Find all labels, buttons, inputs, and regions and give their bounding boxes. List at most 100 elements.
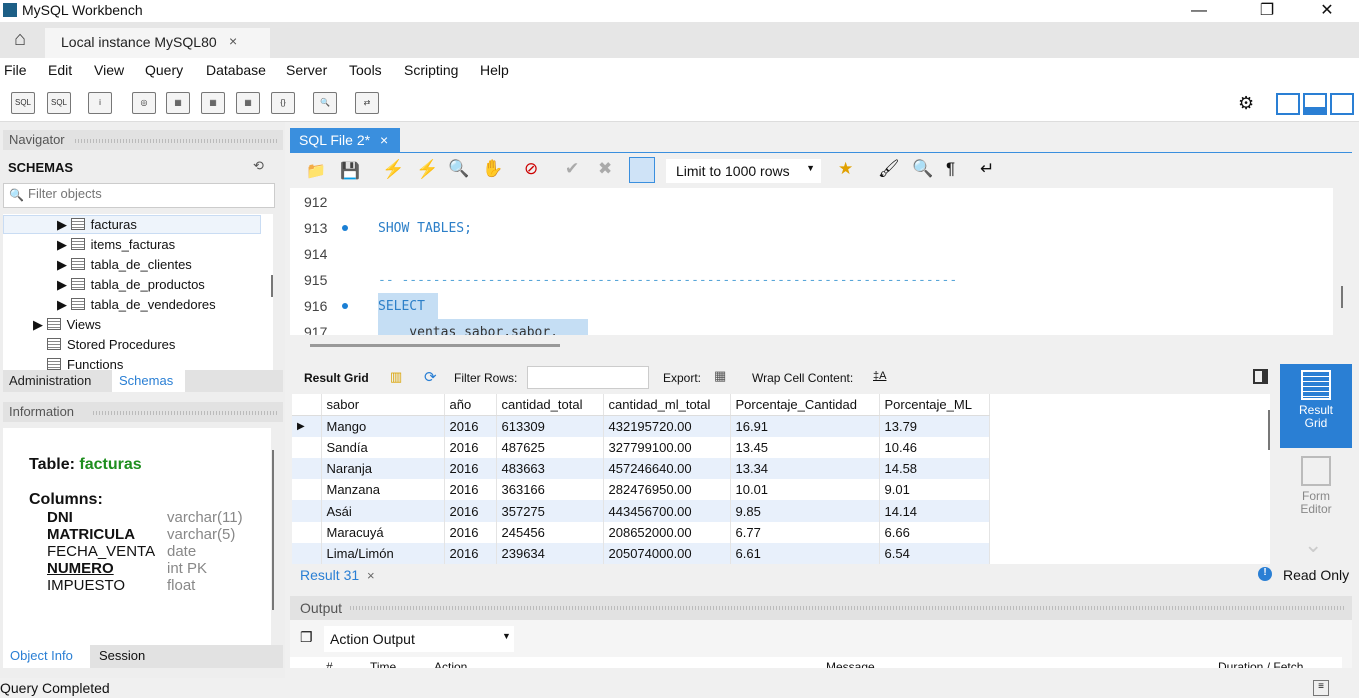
save-icon[interactable]: 💾 bbox=[340, 161, 360, 181]
toggle-result-panel-icon[interactable] bbox=[1253, 369, 1268, 384]
result-grid-side-button[interactable]: Result Grid bbox=[1280, 364, 1352, 448]
tree-table-clientes[interactable]: ▶ tabla_de_clientes bbox=[57, 257, 192, 273]
code-line: SELECT bbox=[378, 299, 425, 314]
create-view-icon[interactable]: ▦ bbox=[201, 92, 225, 114]
open-file-icon[interactable]: 📁 bbox=[306, 161, 326, 181]
filter-objects-field[interactable] bbox=[28, 186, 268, 201]
add-snippet-icon[interactable]: ★ bbox=[838, 159, 853, 179]
menu-help[interactable]: Help bbox=[480, 62, 509, 78]
sql-editor[interactable]: 912 913 SHOW TABLES; 914 915 -- ----------… bbox=[290, 188, 1333, 335]
tree-table-productos[interactable]: ▶ tabla_de_productos bbox=[57, 277, 205, 293]
info-scrollbar[interactable] bbox=[272, 450, 274, 610]
close-tab-icon[interactable]: × bbox=[229, 33, 237, 49]
tree-table-vendedores[interactable]: ▶ tabla_de_vendedores bbox=[57, 297, 216, 313]
open-sql-script-icon[interactable]: SQL bbox=[47, 92, 71, 114]
minimize-button[interactable]: — bbox=[1176, 0, 1222, 22]
rollback-icon[interactable]: ✖ bbox=[598, 159, 612, 179]
tab-object-info[interactable]: Object Info bbox=[3, 645, 90, 668]
menu-query[interactable]: Query bbox=[145, 62, 183, 78]
close-window-button[interactable]: ✕ bbox=[1304, 0, 1350, 22]
tree-scrollbar[interactable] bbox=[271, 275, 273, 297]
menu-edit[interactable]: Edit bbox=[48, 62, 72, 78]
create-procedure-icon[interactable]: ▦ bbox=[236, 92, 260, 114]
find-icon[interactable]: 🔍 bbox=[912, 159, 933, 179]
refresh-icon[interactable]: ⟳ bbox=[424, 368, 437, 386]
close-sql-tab-icon[interactable]: × bbox=[380, 132, 388, 148]
copy-output-icon[interactable]: ❐ bbox=[300, 629, 313, 646]
execute-current-icon[interactable]: ⚡ bbox=[416, 159, 438, 180]
toggle-secondary-sidebar-icon[interactable] bbox=[1330, 93, 1354, 115]
result-grid[interactable]: sabor año cantidad_total cantidad_ml_tot… bbox=[292, 394, 1270, 564]
refresh-schemas-icon[interactable]: ⟲ bbox=[253, 158, 264, 174]
editor-vertical-scrollbar[interactable] bbox=[1341, 286, 1343, 308]
column-header[interactable]: año bbox=[444, 394, 497, 416]
beautify-icon[interactable]: 🖌 bbox=[878, 159, 900, 179]
column-header[interactable]: cantidad_ml_total bbox=[603, 394, 731, 416]
navigator-header: Navigator bbox=[3, 130, 283, 150]
result-tab[interactable]: Result 31 bbox=[300, 567, 359, 583]
execute-icon[interactable]: ⚡ bbox=[382, 159, 404, 180]
wrap-cell-icon[interactable]: ‡A bbox=[873, 370, 886, 382]
home-icon[interactable]: ⌂ bbox=[0, 28, 40, 58]
column-header[interactable]: sabor bbox=[321, 394, 445, 416]
close-result-tab-icon[interactable]: × bbox=[367, 568, 375, 583]
tree-table-facturas[interactable]: ▶ facturas bbox=[57, 217, 137, 233]
create-table-icon[interactable]: ▦ bbox=[166, 92, 190, 114]
tree-table-items-facturas[interactable]: ▶ items_facturas bbox=[57, 237, 175, 253]
result-toolbar: Result Grid ▥ ⟳ Filter Rows: Export: ▦ W… bbox=[290, 364, 1280, 392]
table-info: Table: facturas bbox=[29, 456, 142, 473]
tab-session[interactable]: Session bbox=[99, 648, 145, 663]
filter-objects-input[interactable]: 🔍 bbox=[3, 183, 275, 208]
chevron-down-icon[interactable]: ⌄ bbox=[1304, 532, 1322, 558]
invisible-chars-icon[interactable]: ¶ bbox=[946, 159, 955, 179]
create-function-icon[interactable]: {} bbox=[271, 92, 295, 114]
connection-tab[interactable]: Local instance MySQL80 × bbox=[45, 28, 270, 58]
tree-functions[interactable]: Functions bbox=[47, 357, 123, 371]
main-toolbar: SQL SQL i ◎ ▦ ▦ ▦ {} 🔍 ⇄ ⚙ bbox=[0, 84, 1359, 122]
reconnect-icon[interactable]: ⇄ bbox=[355, 92, 379, 114]
editor-toolbar: 📁 💾 ⚡ ⚡ 🔍 ✋ ⊘ ✔ ✖ Limit to 1000 rows ▼ ★ … bbox=[290, 153, 1352, 189]
menu-scripting[interactable]: Scripting bbox=[404, 62, 458, 78]
settings-icon[interactable]: ⚙ bbox=[1238, 93, 1254, 114]
grid-scrollbar[interactable] bbox=[1268, 410, 1270, 450]
export-icon[interactable]: ▦ bbox=[714, 368, 726, 384]
menu-tools[interactable]: Tools bbox=[349, 62, 382, 78]
toggle-sidebar-icon[interactable] bbox=[1276, 93, 1300, 115]
filter-rows-input[interactable] bbox=[527, 366, 649, 389]
new-sql-tab-icon[interactable]: SQL bbox=[11, 92, 35, 114]
stop-icon[interactable]: ✋ bbox=[482, 159, 503, 179]
restore-button[interactable]: ❐ bbox=[1244, 0, 1290, 22]
tree-views[interactable]: ▶ Views bbox=[33, 317, 101, 333]
toggle-output-icon[interactable] bbox=[1303, 93, 1327, 115]
connection-tab-label: Local instance MySQL80 bbox=[61, 34, 217, 50]
wrap-lines-icon[interactable]: ↵ bbox=[980, 159, 994, 179]
column-header[interactable]: cantidad_total bbox=[496, 394, 604, 416]
form-editor-side-button[interactable]: Form Editor bbox=[1280, 452, 1352, 522]
schemas-title: SCHEMAS bbox=[8, 160, 74, 175]
editor-horizontal-scrollbar[interactable] bbox=[310, 344, 560, 347]
output-header: Output bbox=[290, 596, 1352, 620]
sql-file-tab[interactable]: SQL File 2* × bbox=[290, 128, 400, 153]
search-table-data-icon[interactable]: 🔍 bbox=[313, 92, 337, 114]
menu-server[interactable]: Server bbox=[286, 62, 327, 78]
column-header[interactable]: Porcentaje_Cantidad bbox=[730, 394, 880, 416]
column-header[interactable]: Porcentaje_ML bbox=[879, 394, 990, 416]
tab-administration[interactable]: Administration bbox=[9, 373, 91, 388]
autocommit-icon[interactable] bbox=[629, 157, 655, 183]
menu-file[interactable]: File bbox=[4, 62, 27, 78]
create-schema-icon[interactable]: ◎ bbox=[132, 92, 156, 114]
grid-columns-icon[interactable]: ▥ bbox=[390, 369, 402, 385]
tab-schemas[interactable]: Schemas bbox=[112, 370, 185, 392]
limit-rows-select[interactable]: Limit to 1000 rows ▼ bbox=[666, 159, 821, 183]
tree-stored-procedures[interactable]: Stored Procedures bbox=[47, 337, 175, 352]
commit-icon[interactable]: ✔ bbox=[565, 159, 579, 179]
status-log-icon[interactable]: ≡ bbox=[1313, 680, 1329, 696]
explain-icon[interactable]: 🔍 bbox=[448, 159, 469, 179]
toggle-error-icon[interactable]: ⊘ bbox=[524, 159, 538, 179]
object-info-panel: Table: facturas Columns: DNI MATRICULA F… bbox=[3, 428, 274, 645]
information-header: Information bbox=[3, 402, 283, 422]
inspector-icon[interactable]: i bbox=[88, 92, 112, 114]
menu-view[interactable]: View bbox=[94, 62, 124, 78]
menu-database[interactable]: Database bbox=[206, 62, 266, 78]
output-type-select[interactable]: Action Output ▼ bbox=[324, 626, 514, 652]
